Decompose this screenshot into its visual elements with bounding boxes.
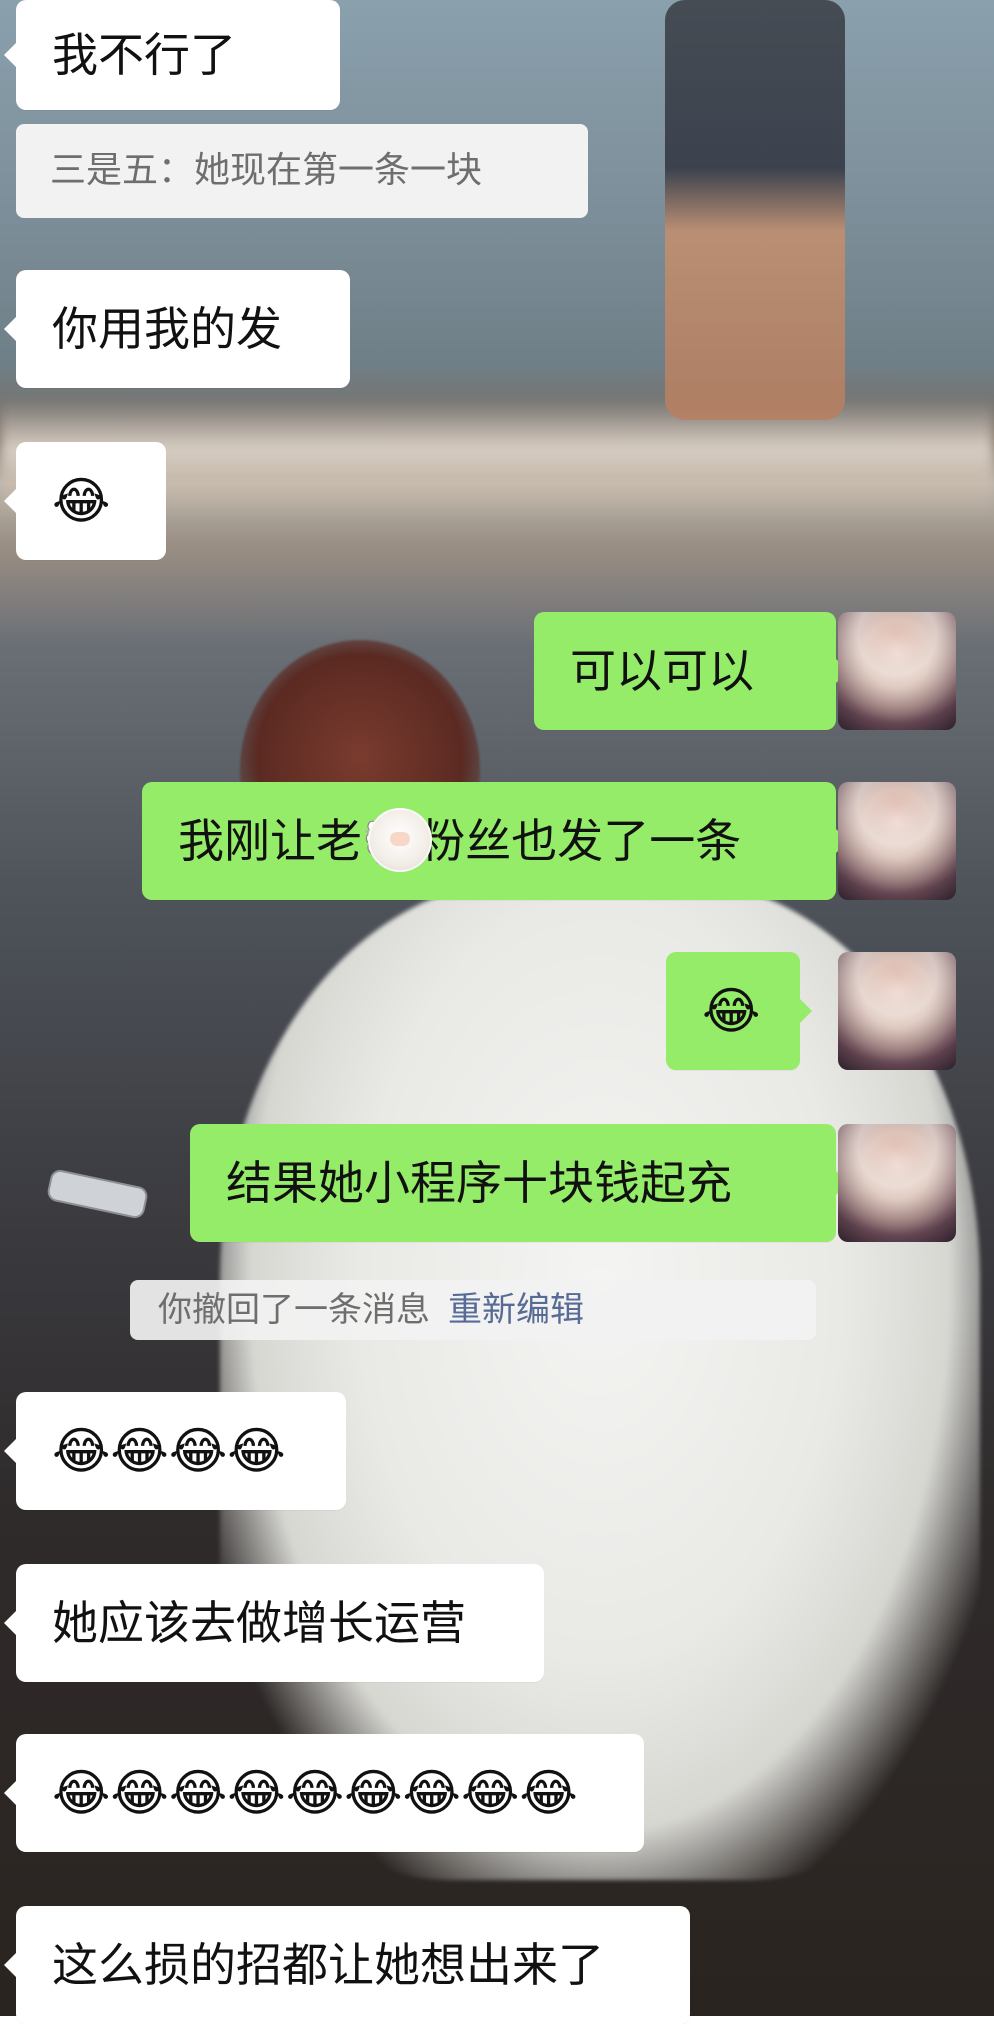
incoming-message-bubble[interactable]: 她应该去做增长运营 bbox=[16, 1564, 544, 1682]
quoted-message[interactable]: 三是五：她现在第一条一块 bbox=[16, 124, 588, 218]
incoming-message-bubble[interactable]: 这么损的招都让她想出来了 bbox=[16, 1906, 690, 2024]
message-text: 可以可以 bbox=[570, 644, 754, 698]
recall-text: 你撤回了一条消息 bbox=[158, 1290, 430, 1330]
avatar-decoration bbox=[838, 952, 956, 1070]
sheep-sticker-icon bbox=[368, 808, 432, 872]
incoming-emoji-bubble[interactable]: 😂😂😂😂😂😂😂😂😂 bbox=[16, 1734, 644, 1852]
outgoing-message-bubble[interactable]: 可以可以 bbox=[534, 612, 836, 730]
avatar-decoration bbox=[838, 1124, 956, 1242]
message-text: 她应该去做增长运营 bbox=[52, 1596, 466, 1650]
recall-notice: 你撤回了一条消息 重新编辑 bbox=[130, 1280, 816, 1340]
user-avatar-icon[interactable] bbox=[838, 952, 956, 1070]
background-standing-person bbox=[665, 0, 845, 420]
user-avatar-icon[interactable] bbox=[838, 782, 956, 900]
emoji-text: 😂 bbox=[702, 982, 761, 1040]
message-text: 结果她小程序十块钱起充 bbox=[226, 1156, 732, 1210]
incoming-message-bubble[interactable]: 你用我的发 bbox=[16, 270, 350, 388]
user-avatar-icon[interactable] bbox=[838, 612, 956, 730]
emoji-text: 😂😂😂😂😂😂😂😂😂 bbox=[52, 1764, 578, 1822]
message-text: 这么损的招都让她想出来了 bbox=[52, 1938, 604, 1992]
message-text: 你用我的发 bbox=[52, 302, 282, 356]
re-edit-link[interactable]: 重新编辑 bbox=[448, 1293, 584, 1327]
avatar-decoration bbox=[838, 612, 956, 730]
emoji-text: 😂 bbox=[52, 472, 111, 530]
emoji-text: 😂😂😂😂 bbox=[52, 1422, 286, 1480]
avatar-decoration bbox=[838, 782, 956, 900]
quoted-message-text: 三是五：她现在第一条一块 bbox=[50, 150, 483, 191]
outgoing-emoji-bubble[interactable]: 😂 bbox=[666, 952, 800, 1070]
incoming-emoji-bubble[interactable]: 😂😂😂😂 bbox=[16, 1392, 346, 1510]
outgoing-message-bubble[interactable]: 结果她小程序十块钱起充 bbox=[190, 1124, 836, 1242]
outgoing-message-bubble[interactable]: 我刚让老🐑粉丝也发了一条 bbox=[142, 782, 836, 900]
message-text: 我不行了 bbox=[52, 28, 236, 82]
message-text: 我刚让老🐑粉丝也发了一条 bbox=[178, 814, 742, 868]
user-avatar-icon[interactable] bbox=[838, 1124, 956, 1242]
incoming-message-bubble[interactable]: 我不行了 bbox=[16, 0, 340, 110]
incoming-emoji-bubble[interactable]: 😂 bbox=[16, 442, 166, 560]
